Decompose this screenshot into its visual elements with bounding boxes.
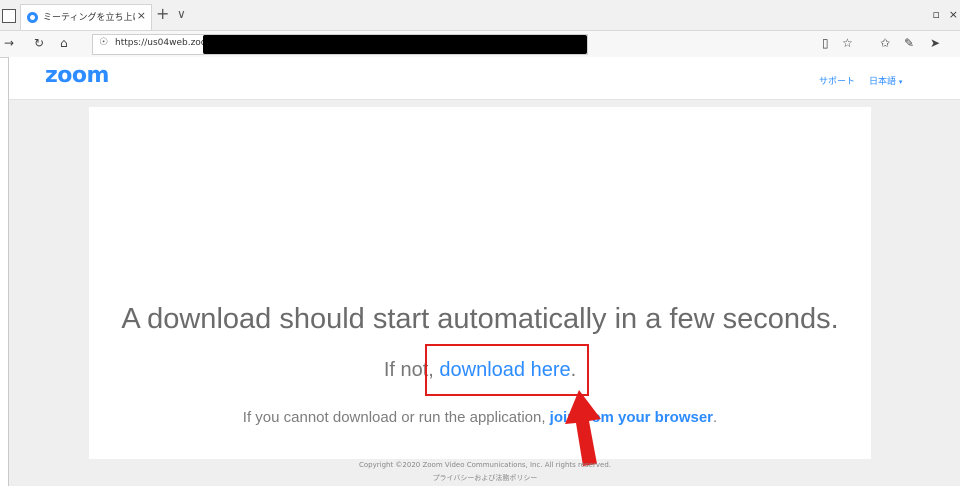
download-card: A download should start automatically in… (89, 107, 871, 466)
tab-title: ミーティングを立ち上げる - Zoom (43, 13, 135, 23)
home-icon[interactable]: ⌂ (60, 36, 68, 50)
redacted-url-bar (203, 35, 587, 54)
suffix-period-text: . (713, 409, 718, 426)
window-close-icon[interactable]: × (949, 8, 958, 21)
footer-copyright: Copyright ©2020 Zoom Video Communication… (359, 461, 611, 469)
support-link[interactable]: サポート (819, 74, 855, 87)
download-headline: A download should start automatically in… (121, 303, 839, 335)
footer-privacy-link[interactable]: プライバシーおよび法務ポリシー (9, 473, 960, 483)
address-bar[interactable]: ☉ https://us04web.zoom (92, 34, 588, 55)
tab-close-icon[interactable]: × (137, 9, 146, 22)
refresh-icon[interactable]: ↻ (34, 36, 44, 50)
url-text: https://us04web.zoom (115, 38, 216, 48)
tab-actions-icon[interactable] (2, 9, 16, 23)
zoom-favicon-icon (27, 12, 38, 23)
zoom-logo[interactable]: zoom (45, 63, 109, 88)
pen-icon[interactable]: ✎ (904, 36, 914, 50)
favorites-hub-icon[interactable]: ✩ (880, 36, 890, 50)
caret-down-icon: ▾ (898, 78, 903, 86)
favorite-star-icon[interactable]: ☆ (842, 36, 853, 50)
language-label: 日本語 (869, 77, 897, 87)
tab-list-chevron-icon[interactable]: ∨ (177, 7, 186, 21)
browser-navigation-bar: → ↻ ⌂ ☉ https://us04web.zoom ▯ ☆ ✩ ✎ ➤ (0, 31, 960, 58)
reading-view-icon[interactable]: ▯ (822, 36, 829, 50)
annotation-highlight-box (425, 344, 589, 396)
browser-join-line: If you cannot download or run the applic… (89, 409, 871, 426)
new-tab-button[interactable]: + (156, 5, 169, 23)
web-page: zoom サポート 日本語 ▾ A download should start … (8, 57, 960, 486)
share-icon[interactable]: ➤ (930, 36, 940, 50)
browser-tab-strip: ミーティングを立ち上げる - Zoom × + ∨ ▫ × (0, 0, 960, 31)
window-restore-icon[interactable]: ▫ (933, 8, 940, 21)
site-header: zoom サポート 日本語 ▾ (9, 57, 960, 100)
browser-tab-active[interactable]: ミーティングを立ち上げる - Zoom × (20, 4, 152, 30)
annotation-arrow-icon (565, 390, 601, 466)
language-selector[interactable]: 日本語 ▾ (869, 74, 902, 87)
cannot-download-text: If you cannot download or run the applic… (242, 409, 546, 426)
lock-icon: ☉ (99, 37, 108, 48)
forward-arrow-icon[interactable]: → (4, 36, 14, 50)
